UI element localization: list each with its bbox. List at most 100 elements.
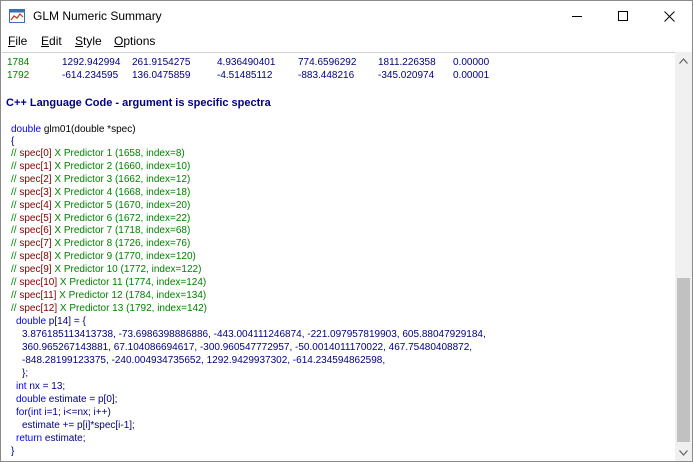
- value-cell: -4.51485112: [217, 70, 273, 81]
- code-return: return estimate;: [16, 433, 85, 445]
- value-cell: 0.00000: [453, 57, 490, 68]
- comment-spec-ref: spec[4]: [19, 199, 52, 211]
- code-keyword: return: [16, 433, 43, 444]
- comment-spec-ref: spec[9]: [19, 264, 52, 276]
- code-text: nx = 13;: [26, 381, 66, 392]
- comment-spec-ref: spec[0]: [19, 148, 52, 159]
- comment-text: X Predictor 8 (1726, index=76): [51, 238, 191, 250]
- code-comment-line: // spec[2] X Predictor 3 (1662, index=12…: [11, 174, 190, 186]
- code-array-values: -848.28199123375, -240.004934735652, 129…: [22, 355, 386, 366]
- code-int-decl: int nx = 13;: [16, 381, 65, 393]
- code-open-brace: {: [11, 136, 15, 147]
- wavelength-cell: 1784: [7, 57, 30, 68]
- value-cell: 774.6596292: [298, 57, 357, 68]
- comment-text: X Predictor 11 (1774, index=124): [57, 277, 207, 288]
- menu-bar: File Edit Style Options: [1, 31, 692, 52]
- comment-text: X Predictor 1 (1658, index=8): [51, 148, 185, 159]
- comment-spec-ref: spec[7]: [19, 238, 52, 250]
- code-for-loop: for(int i=1; i<=nx; i++): [16, 407, 111, 419]
- comment-text: X Predictor 4 (1668, index=18): [51, 186, 191, 198]
- value-cell: 1292.942994: [62, 57, 121, 68]
- chevron-down-icon: [679, 449, 688, 456]
- code-comment-line: // spec[4] X Predictor 5 (1670, index=20…: [11, 200, 190, 212]
- code-comment-line: // spec[9] X Predictor 10 (1772, index=1…: [11, 264, 201, 276]
- comment-text: X Predictor 7 (1718, index=68): [51, 225, 191, 237]
- code-loop-body: estimate += p[i]*spec[i-1];: [22, 420, 135, 431]
- comment-spec-ref: spec[12]: [19, 302, 58, 314]
- comment-text: X Predictor 3 (1662, index=12): [51, 173, 191, 185]
- code-estimate-decl: double estimate = p[0];: [16, 394, 117, 406]
- comment-spec-ref: spec[1]: [19, 160, 52, 172]
- comment-text: X Predictor 13 (1792, index=142): [57, 302, 207, 314]
- value-cell: -614.234595: [62, 70, 119, 81]
- code-array-decl: double p[14] = {: [16, 316, 86, 328]
- scroll-thumb[interactable]: [677, 278, 690, 442]
- comment-spec-ref: spec[6]: [19, 225, 52, 237]
- scroll-down-button[interactable]: [675, 444, 692, 461]
- value-cell: 0.00001: [453, 70, 490, 81]
- chevron-up-icon: [679, 57, 688, 64]
- code-text: estimate;: [42, 433, 86, 444]
- value-cell: 136.0475859: [132, 70, 191, 81]
- menu-edit[interactable]: Edit: [41, 34, 62, 49]
- close-icon: [663, 10, 675, 22]
- code-comment-line: // spec[0] X Predictor 1 (1658, index=8): [11, 148, 185, 160]
- value-cell: 1811.226358: [378, 57, 436, 68]
- menu-file[interactable]: File: [8, 34, 27, 49]
- menu-style[interactable]: Style: [75, 34, 102, 49]
- code-keyword: int: [16, 381, 27, 392]
- code-array-values: 3.876185113413738, -73.6986398886886, -4…: [22, 329, 486, 340]
- code-close-brace: }: [11, 446, 15, 457]
- comment-spec-ref: spec[5]: [19, 212, 52, 224]
- wavelength-cell: 1792: [7, 70, 30, 81]
- title-bar[interactable]: GLM Numeric Summary: [1, 1, 692, 31]
- maximize-icon: [618, 11, 628, 21]
- code-comment-line: // spec[7] X Predictor 8 (1726, index=76…: [11, 238, 190, 250]
- value-cell: -345.020974: [378, 70, 435, 81]
- code-comment-line: // spec[5] X Predictor 6 (1672, index=22…: [11, 213, 190, 225]
- comment-text: X Predictor 10 (1772, index=122): [51, 264, 202, 276]
- code-array-close: };: [22, 368, 29, 379]
- comment-spec-ref: spec[3]: [19, 186, 52, 198]
- app-icon: [9, 9, 25, 23]
- comment-spec-ref: spec[8]: [19, 251, 52, 263]
- summary-text-area[interactable]: 1784 1292.942994 261.9154275 4.936490401…: [2, 52, 675, 461]
- comment-spec-ref: spec[11]: [19, 289, 57, 301]
- close-button[interactable]: [646, 1, 692, 31]
- app-window: GLM Numeric Summary File Edit Style Opti…: [0, 0, 693, 462]
- comment-text: X Predictor 2 (1660, index=10): [51, 160, 191, 172]
- code-keyword: for: [16, 407, 28, 418]
- comment-text: X Predictor 6 (1672, index=22): [51, 212, 191, 224]
- code-comment-line: // spec[1] X Predictor 2 (1660, index=10…: [11, 161, 190, 173]
- code-keyword: double: [16, 316, 47, 327]
- section-title: C++ Language Code - argument is specific…: [6, 97, 271, 109]
- code-comment-line: // spec[11] X Predictor 12 (1784, index=…: [11, 290, 206, 302]
- code-function: glm01(double *spec): [43, 124, 136, 135]
- comment-text: X Predictor 5 (1670, index=20): [51, 199, 191, 211]
- window-title: GLM Numeric Summary: [33, 9, 162, 23]
- scroll-up-button[interactable]: [675, 52, 692, 69]
- comment-text: X Predictor 12 (1784, index=134): [56, 289, 207, 301]
- code-comment-line: // spec[12] X Predictor 13 (1792, index=…: [11, 303, 207, 315]
- minimize-button[interactable]: [554, 1, 600, 31]
- comment-spec-ref: spec[2]: [19, 173, 52, 185]
- code-comment-line: // spec[3] X Predictor 4 (1668, index=18…: [11, 187, 190, 199]
- code-comment-line: // spec[10] X Predictor 11 (1774, index=…: [11, 277, 206, 289]
- code-keyword: double: [16, 394, 47, 405]
- code-comment-line: // spec[6] X Predictor 7 (1718, index=68…: [11, 225, 190, 237]
- menu-options[interactable]: Options: [114, 34, 155, 49]
- comment-text: X Predictor 9 (1770, index=120): [51, 251, 196, 263]
- code-text: p[14] = {: [46, 316, 86, 327]
- value-cell: -883.448216: [298, 70, 355, 81]
- value-cell: 4.936490401: [217, 57, 276, 68]
- code-comment-line: // spec[8] X Predictor 9 (1770, index=12…: [11, 251, 196, 263]
- code-keyword: int: [31, 407, 42, 418]
- comment-spec-ref: spec[10]: [19, 277, 58, 288]
- code-text: i=1; i<=nx; i++): [41, 407, 111, 418]
- code-array-values: 360.965267143881, 67.104086694617, -300.…: [22, 342, 473, 353]
- maximize-button[interactable]: [600, 1, 646, 31]
- code-text: estimate = p[0];: [46, 394, 118, 405]
- vertical-scrollbar[interactable]: [675, 52, 692, 461]
- code-keyword: double: [11, 124, 42, 135]
- value-cell: 261.9154275: [132, 57, 191, 68]
